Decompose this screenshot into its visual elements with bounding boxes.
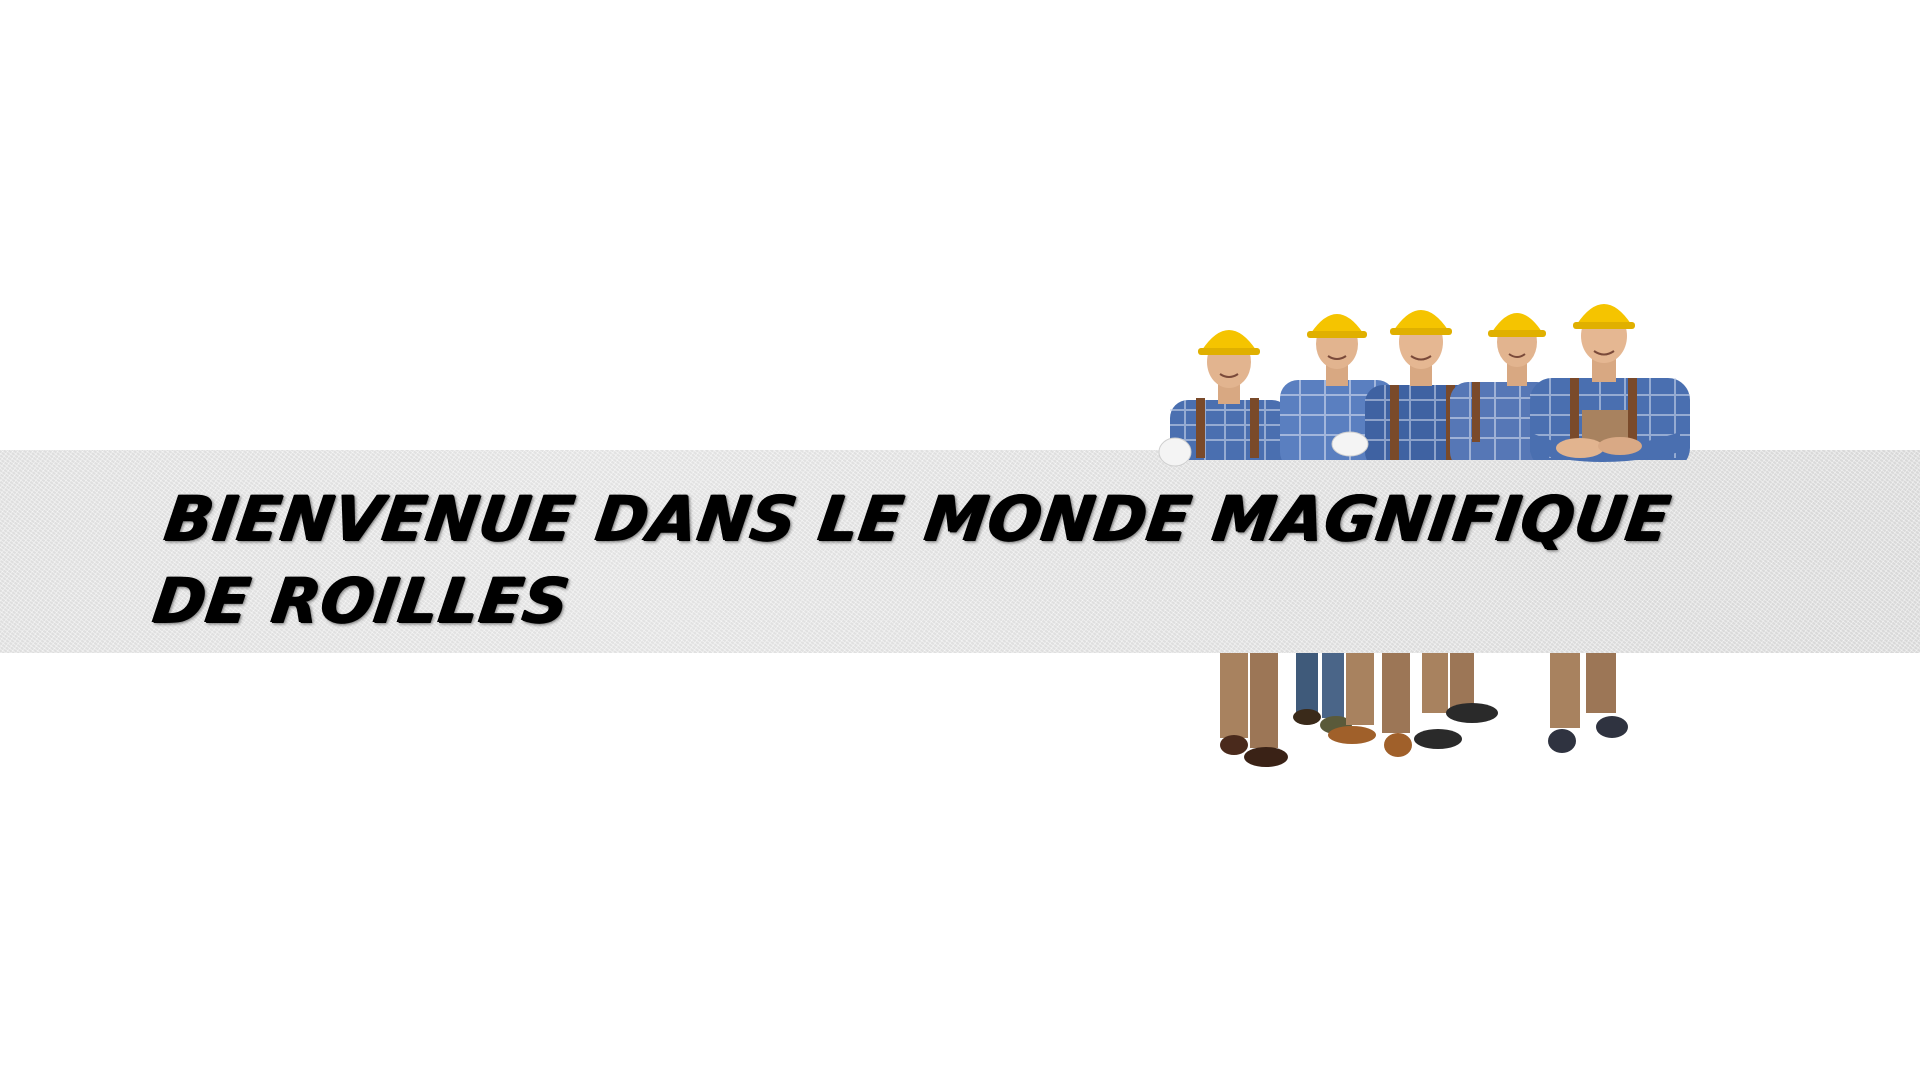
hero-headline: Bienvenue dans le monde magnifique de Ro… <box>149 482 1676 637</box>
worker-hands-icon <box>1158 431 1680 467</box>
page: Bienvenue dans le monde magnifique de Ro… <box>0 0 1920 1080</box>
construction-workers-lower-icon <box>1220 653 1628 767</box>
